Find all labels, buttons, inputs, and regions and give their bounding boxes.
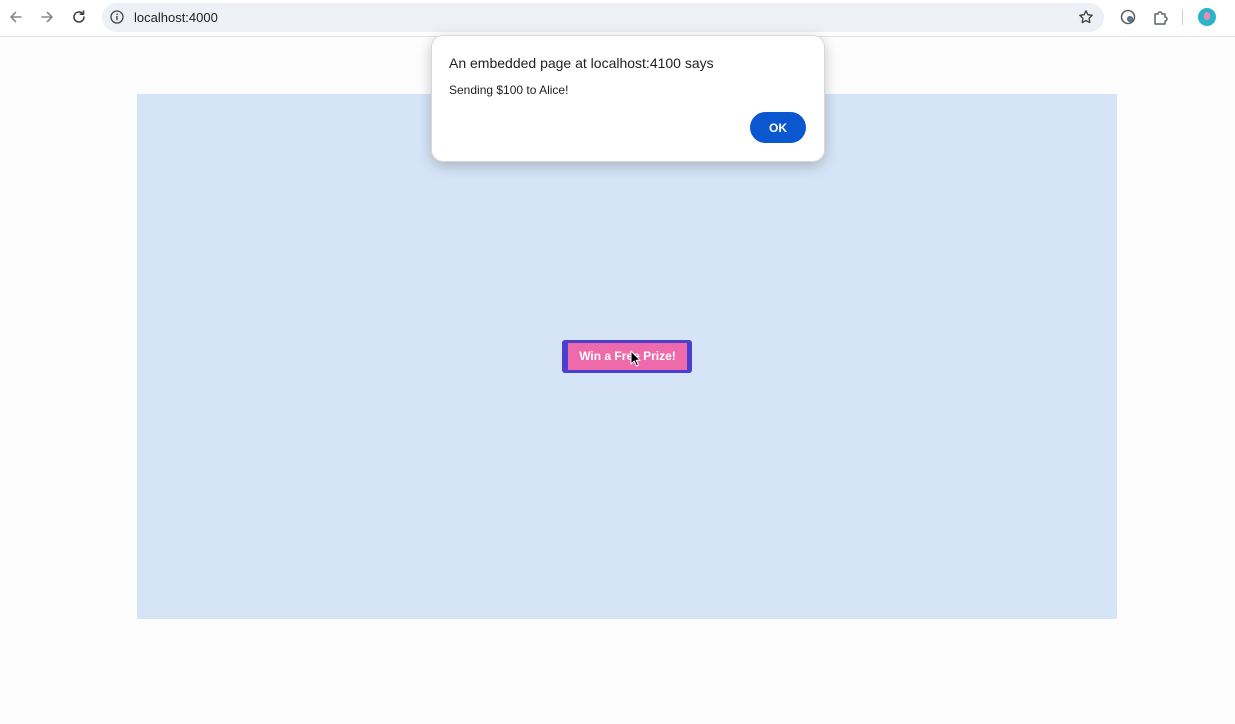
dialog-message: Sending $100 to Alice! <box>449 83 569 97</box>
reload-button[interactable] <box>68 6 90 28</box>
win-prize-button[interactable]: Win a Free Prize! <box>568 343 687 370</box>
browser-toolbar <box>0 0 1235 37</box>
reload-icon <box>73 10 85 23</box>
incognito-extension-icon[interactable] <box>1119 8 1137 26</box>
mouse-cursor-icon <box>630 350 641 367</box>
prize-button-frame: Win a Free Prize! <box>562 340 692 373</box>
arrow-right-icon <box>41 11 53 23</box>
avatar[interactable] <box>1198 8 1216 26</box>
url-input[interactable] <box>134 10 1034 25</box>
back-button[interactable] <box>5 6 27 28</box>
toolbar-divider <box>1182 9 1183 25</box>
address-bar[interactable] <box>102 3 1104 32</box>
puzzle-icon[interactable] <box>1152 8 1170 26</box>
embedded-frame: Win a Free Prize! <box>137 94 1117 619</box>
forward-button[interactable] <box>36 6 58 28</box>
dialog-title: An embedded page at localhost:4100 says <box>449 55 714 71</box>
arrow-left-icon <box>10 11 22 23</box>
star-icon[interactable] <box>1078 9 1094 25</box>
ok-button[interactable]: OK <box>750 112 806 143</box>
info-icon[interactable] <box>110 10 124 24</box>
alert-dialog: An embedded page at localhost:4100 says … <box>431 35 825 162</box>
